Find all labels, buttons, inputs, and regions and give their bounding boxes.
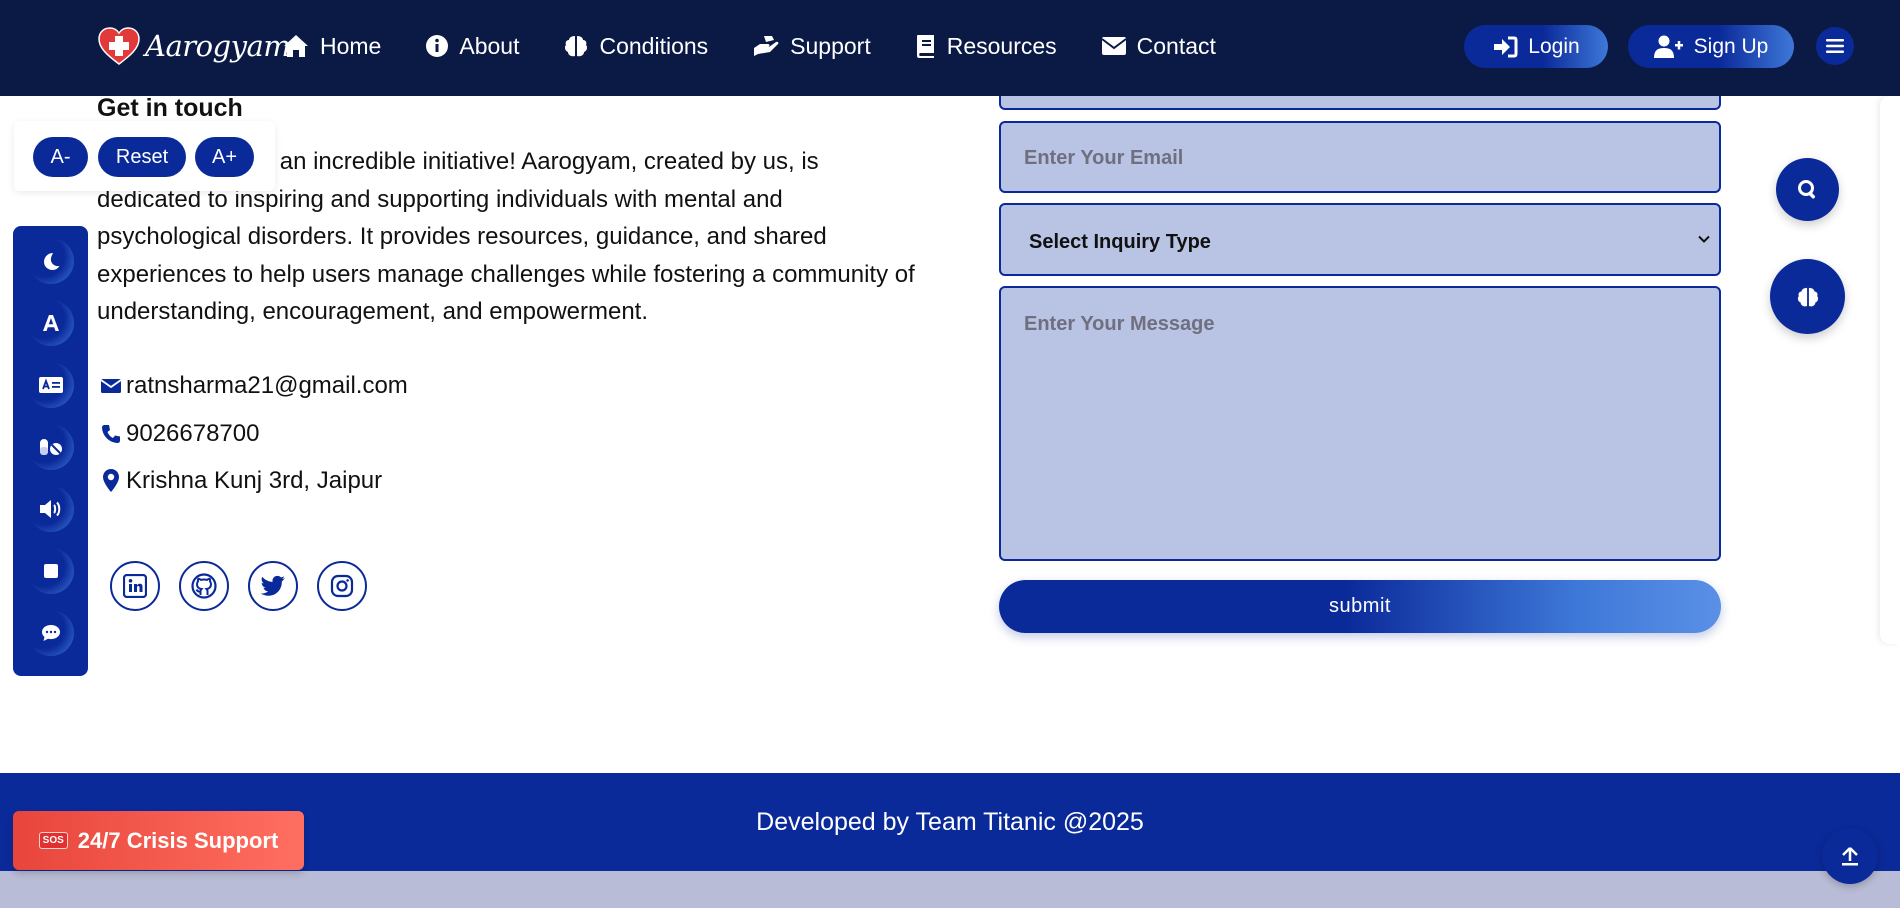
scroll-to-top-button[interactable] bbox=[1822, 828, 1878, 884]
nav-contact[interactable]: Contact bbox=[1101, 28, 1216, 64]
email-field[interactable]: Enter Your Email bbox=[999, 121, 1721, 193]
brand-name: Aarogyam bbox=[145, 29, 291, 63]
pills-icon bbox=[40, 439, 62, 455]
signup-button[interactable]: Sign Up bbox=[1628, 25, 1794, 68]
increase-font-button[interactable]: A+ bbox=[195, 137, 254, 177]
phone-icon bbox=[102, 425, 120, 443]
navbar: Aarogyam Home About Conditions Support R… bbox=[0, 0, 1900, 96]
instagram-icon bbox=[330, 574, 354, 598]
github-icon bbox=[191, 573, 217, 599]
sign-in-icon bbox=[1494, 36, 1518, 57]
message-placeholder: Enter Your Message bbox=[1024, 313, 1215, 335]
nav-about-label: About bbox=[459, 32, 520, 59]
brain-icon bbox=[1797, 287, 1818, 306]
chat-bubble-icon bbox=[42, 625, 60, 641]
nav-support[interactable]: Support bbox=[752, 28, 871, 64]
search-button[interactable] bbox=[1776, 158, 1839, 221]
nav-home-label: Home bbox=[320, 32, 382, 59]
location-pin-icon bbox=[103, 469, 119, 492]
letter-a-icon bbox=[43, 315, 59, 331]
twitter-icon bbox=[260, 575, 285, 596]
inquiry-type-value: Select Inquiry Type bbox=[1029, 231, 1211, 253]
email-text: ratnsharma21@gmail.com bbox=[126, 372, 408, 399]
crisis-support-label: 24/7 Crisis Support bbox=[77, 827, 279, 853]
phone-text: 9026678700 bbox=[126, 420, 260, 447]
translate-icon bbox=[39, 377, 63, 393]
heart-plus-icon bbox=[98, 27, 140, 65]
dark-mode-button[interactable] bbox=[28, 238, 74, 284]
crisis-support-button[interactable]: SOS 24/7 Crisis Support bbox=[13, 811, 304, 870]
mind-assistant-button[interactable] bbox=[1770, 259, 1845, 334]
info-icon bbox=[426, 35, 449, 57]
brain-icon bbox=[565, 36, 588, 57]
stop-speech-button[interactable] bbox=[28, 548, 74, 594]
nav-resources-label: Resources bbox=[946, 32, 1057, 59]
nav-support-label: Support bbox=[790, 32, 871, 59]
linkedin-link[interactable] bbox=[110, 561, 160, 611]
signup-label: Sign Up bbox=[1693, 34, 1769, 58]
chevron-down-icon bbox=[1698, 235, 1710, 243]
user-plus-icon bbox=[1653, 35, 1683, 58]
reset-font-button[interactable]: Reset bbox=[98, 137, 186, 177]
email-placeholder: Enter Your Email bbox=[1024, 147, 1184, 169]
contact-address[interactable]: Krishna Kunj 3rd, Jaipur bbox=[100, 467, 382, 495]
helping-hand-icon bbox=[754, 36, 779, 56]
text-to-speech-button[interactable] bbox=[28, 486, 74, 532]
home-icon bbox=[284, 35, 308, 57]
nav-contact-label: Contact bbox=[1136, 32, 1216, 59]
decrease-font-button[interactable]: A- bbox=[33, 137, 88, 177]
accessibility-toolbar bbox=[13, 226, 88, 676]
linkedin-icon bbox=[123, 574, 147, 598]
chat-button[interactable] bbox=[28, 610, 74, 656]
book-icon bbox=[916, 35, 934, 58]
login-button[interactable]: Login bbox=[1464, 25, 1608, 68]
contact-phone[interactable]: 9026678700 bbox=[100, 420, 259, 448]
reduce-motion-button[interactable] bbox=[28, 424, 74, 470]
nav-conditions[interactable]: Conditions bbox=[563, 28, 708, 64]
message-field[interactable]: Enter Your Message bbox=[999, 286, 1721, 561]
get-in-touch-heading: Get in touch bbox=[97, 94, 243, 122]
social-links bbox=[110, 561, 386, 611]
side-panel-edge bbox=[1880, 96, 1900, 644]
hamburger-icon bbox=[1826, 39, 1844, 53]
moon-icon bbox=[44, 253, 60, 270]
volume-icon bbox=[40, 500, 61, 518]
address-text: Krishna Kunj 3rd, Jaipur bbox=[126, 467, 383, 494]
brand-logo[interactable]: Aarogyam bbox=[97, 26, 291, 66]
font-size-controls: A- Reset A+ bbox=[14, 121, 275, 191]
nav-home[interactable]: Home bbox=[282, 28, 381, 64]
github-link[interactable] bbox=[179, 561, 229, 611]
translate-button[interactable] bbox=[28, 362, 74, 408]
envelope-icon bbox=[1101, 37, 1127, 55]
login-label: Login bbox=[1528, 34, 1580, 58]
page-bottom-strip bbox=[0, 871, 1900, 908]
nav-resources[interactable]: Resources bbox=[915, 28, 1057, 64]
font-style-button[interactable] bbox=[28, 300, 74, 346]
search-icon bbox=[1797, 179, 1815, 199]
nav-conditions-label: Conditions bbox=[599, 32, 709, 59]
submit-button[interactable]: submit bbox=[999, 580, 1721, 633]
nav-about[interactable]: About bbox=[425, 28, 519, 64]
stop-icon bbox=[44, 564, 58, 578]
envelope-icon bbox=[100, 379, 122, 393]
contact-email[interactable]: ratnsharma21@gmail.com bbox=[100, 372, 408, 400]
instagram-link[interactable] bbox=[317, 561, 367, 611]
nav-links: Home About Conditions Support Resources … bbox=[282, 28, 1260, 64]
menu-button[interactable] bbox=[1816, 27, 1854, 65]
sos-icon: SOS bbox=[38, 832, 68, 849]
twitter-link[interactable] bbox=[248, 561, 298, 611]
arrow-up-icon bbox=[1842, 847, 1858, 866]
inquiry-type-select[interactable]: Select Inquiry Type bbox=[999, 203, 1721, 276]
